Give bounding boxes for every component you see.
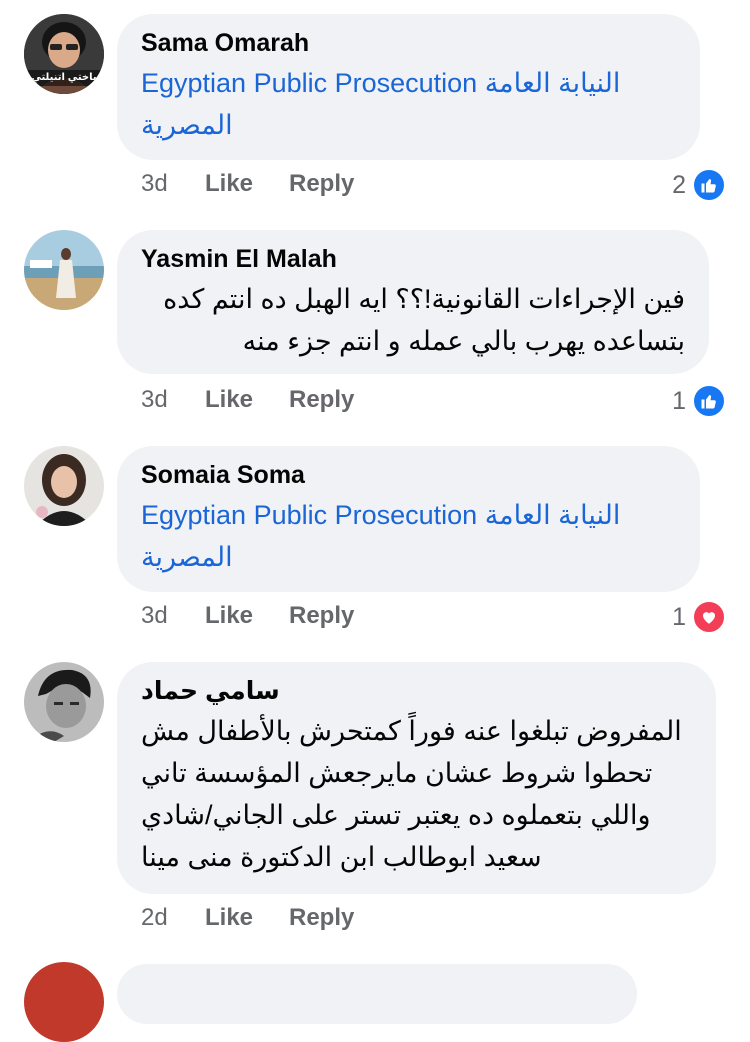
comment-text: المفروض تبلغوا عنه فوراً كمتحرش بالأطفال… xyxy=(141,710,692,878)
comment-line: تحطوا شروط عشان مايرجعش المؤسسة تاني xyxy=(141,758,653,788)
avatar[interactable] xyxy=(24,662,104,742)
comment-time[interactable]: 2d xyxy=(141,902,168,934)
avatar-photo xyxy=(24,446,104,526)
reply-button[interactable]: Reply xyxy=(289,168,354,200)
comment-line: واللي بتعملوه ده يعتبر تستر على الجاني/ش… xyxy=(141,800,651,830)
avatar-photo xyxy=(24,230,104,310)
reaction-summary[interactable]: 1 xyxy=(660,600,726,634)
mention-line[interactable]: المصرية xyxy=(141,536,676,578)
comment-line: المفروض تبلغوا عنه فوراً كمتحرش بالأطفال… xyxy=(141,716,682,746)
reaction-summary[interactable]: 2 xyxy=(660,168,726,202)
comment-line: سعيد ابوطالب ابن الدكتورة منى مينا xyxy=(141,842,542,872)
like-button[interactable]: Like xyxy=(205,384,253,416)
like-icon xyxy=(692,384,726,418)
comment-line: فين الإجراءات القانونية!؟؟ ايه الهبل ده … xyxy=(163,284,685,314)
like-button[interactable]: Like xyxy=(205,902,253,934)
avatar[interactable] xyxy=(24,230,104,310)
avatar-caption: باختي اتنيلتي xyxy=(31,72,97,83)
reaction-count: 1 xyxy=(672,603,686,631)
comment-text[interactable]: Egyptian Public Prosecution النيابة العا… xyxy=(141,62,676,146)
comment-bubble: Yasmin El Malah فين الإجراءات القانونية!… xyxy=(117,230,709,374)
like-button[interactable]: Like xyxy=(205,600,253,632)
reply-button[interactable]: Reply xyxy=(289,902,354,934)
comment-time[interactable]: 3d xyxy=(141,168,168,200)
comment-bubble xyxy=(117,964,637,1024)
comment-actions: 3d Like Reply xyxy=(141,168,441,200)
mention-line[interactable]: Egyptian Public Prosecution النيابة العا… xyxy=(141,494,676,536)
comment-author[interactable]: Yasmin El Malah xyxy=(141,244,685,274)
comment-time[interactable]: 3d xyxy=(141,600,168,632)
comment-actions: 2d Like Reply xyxy=(141,902,441,934)
like-button[interactable]: Like xyxy=(205,168,253,200)
reaction-summary[interactable]: 1 xyxy=(660,384,726,418)
mention-line[interactable]: المصرية xyxy=(141,104,676,146)
reaction-count: 2 xyxy=(672,171,686,199)
avatar-photo xyxy=(24,662,104,742)
comment-time[interactable]: 3d xyxy=(141,384,168,416)
comment-bubble: سامي حماد المفروض تبلغوا عنه فوراً كمتحر… xyxy=(117,662,716,894)
comment-author[interactable]: Somaia Soma xyxy=(141,460,676,490)
mention-line[interactable]: Egyptian Public Prosecution النيابة العا… xyxy=(141,62,676,104)
heart-icon xyxy=(692,600,726,634)
reply-button[interactable]: Reply xyxy=(289,600,354,632)
reaction-count: 1 xyxy=(672,387,686,415)
comment-actions: 3d Like Reply xyxy=(141,384,441,416)
comment-line: بتساعده يهرب بالي عمله و انتم جزء منه xyxy=(242,326,685,356)
comment-author[interactable]: Sama Omarah xyxy=(141,28,676,58)
avatar[interactable] xyxy=(24,962,104,1042)
comment-bubble: Sama Omarah Egyptian Public Prosecution … xyxy=(117,14,700,160)
comment-text[interactable]: Egyptian Public Prosecution النيابة العا… xyxy=(141,494,676,578)
reply-button[interactable]: Reply xyxy=(289,384,354,416)
like-icon xyxy=(692,168,726,202)
avatar[interactable] xyxy=(24,446,104,526)
avatar[interactable]: باختي اتنيلتي xyxy=(24,14,104,94)
comment-author[interactable]: سامي حماد xyxy=(141,676,692,706)
comment-bubble: Somaia Soma Egyptian Public Prosecution … xyxy=(117,446,700,592)
comment-actions: 3d Like Reply xyxy=(141,600,441,632)
comment-text: فين الإجراءات القانونية!؟؟ ايه الهبل ده … xyxy=(141,278,685,362)
